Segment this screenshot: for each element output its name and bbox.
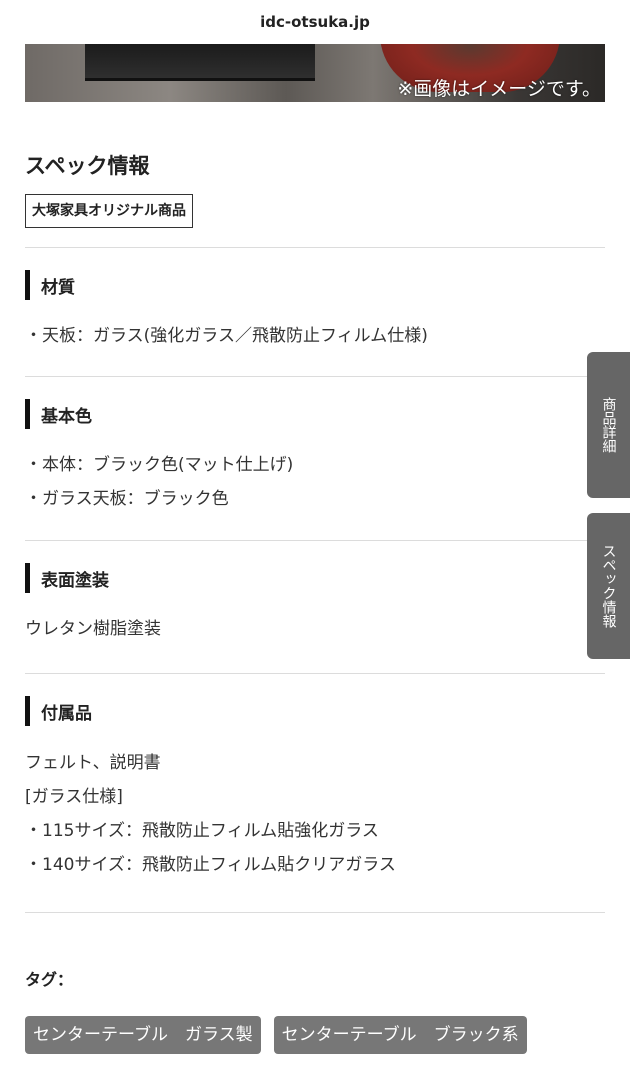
heading-bar [25,399,30,429]
section-color: 基本色 ・本体：ブラック色(マット仕上げ) ・ガラス天板：ブラック色 [25,377,605,516]
section-heading: 基本色 [25,399,605,429]
section-line: [ガラス仕様] [25,787,123,807]
section-heading: 材質 [25,270,605,300]
heading-bar [25,696,30,726]
section-body: ・本体：ブラック色(マット仕上げ) ・ガラス天板：ブラック色 [25,448,605,516]
heading-bar [25,563,30,593]
side-tab-label: スペック情報 [600,544,617,628]
section-line: ウレタン樹脂塗装 [25,619,161,639]
hero-image: ※画像はイメージです。 [25,44,605,102]
heading-text: 表面塗装 [41,570,109,591]
heading-text: 基本色 [41,406,92,427]
section-line: ・140サイズ：飛散防止フィルム貼クリアガラス [25,855,396,875]
tags-label: タグ： [25,970,74,989]
section-finish: 表面塗装 ウレタン樹脂塗装 [25,541,605,646]
side-tab-label: 商品詳細 [600,397,617,453]
section-line: ・ガラス天板：ブラック色 [25,489,229,509]
heading-text: 付属品 [41,703,92,724]
section-line: フェルト、説明書 [25,753,161,773]
heading-bar [25,270,30,300]
url-bar[interactable]: idc-otsuka.jp [0,0,630,44]
section-line: ・天板：ガラス(強化ガラス／飛散防止フィルム仕様) [25,326,428,346]
side-tab-spec-info[interactable]: スペック情報 [587,513,630,659]
section-line: ・本体：ブラック色(マット仕上げ) [25,455,294,475]
original-badge: 大塚家具オリジナル商品 [25,194,193,228]
image-note: ※画像はイメージです。 [397,78,601,100]
url-text: idc-otsuka.jp [260,13,370,31]
section-material: 材質 ・天板：ガラス(強化ガラス／飛散防止フィルム仕様) [25,248,605,353]
spec-content: スペック情報 大塚家具オリジナル商品 材質 ・天板：ガラス(強化ガラス／飛散防止… [25,150,605,1054]
tag-glass[interactable]: センターテーブル ガラス製 [25,1016,261,1054]
tag-black[interactable]: センターテーブル ブラック系 [273,1016,527,1054]
heading-text: 材質 [41,277,75,298]
section-body: フェルト、説明書 [ガラス仕様] ・115サイズ：飛散防止フィルム貼強化ガラス … [25,746,605,882]
tag-list: センターテーブル ガラス製 センターテーブル ブラック系 [25,1016,605,1054]
side-tab-product-details[interactable]: 商品詳細 [587,352,630,498]
section-body: ・天板：ガラス(強化ガラス／飛散防止フィルム仕様) [25,319,605,353]
table-photo-shape [85,44,315,81]
section-accessories: 付属品 フェルト、説明書 [ガラス仕様] ・115サイズ：飛散防止フィルム貼強化… [25,674,605,882]
section-body: ウレタン樹脂塗装 [25,612,605,646]
section-heading: 表面塗装 [25,563,605,593]
section-heading: 付属品 [25,696,605,726]
divider [25,912,605,913]
section-line: ・115サイズ：飛散防止フィルム貼強化ガラス [25,821,379,841]
spec-title: スペック情報 [25,154,150,178]
